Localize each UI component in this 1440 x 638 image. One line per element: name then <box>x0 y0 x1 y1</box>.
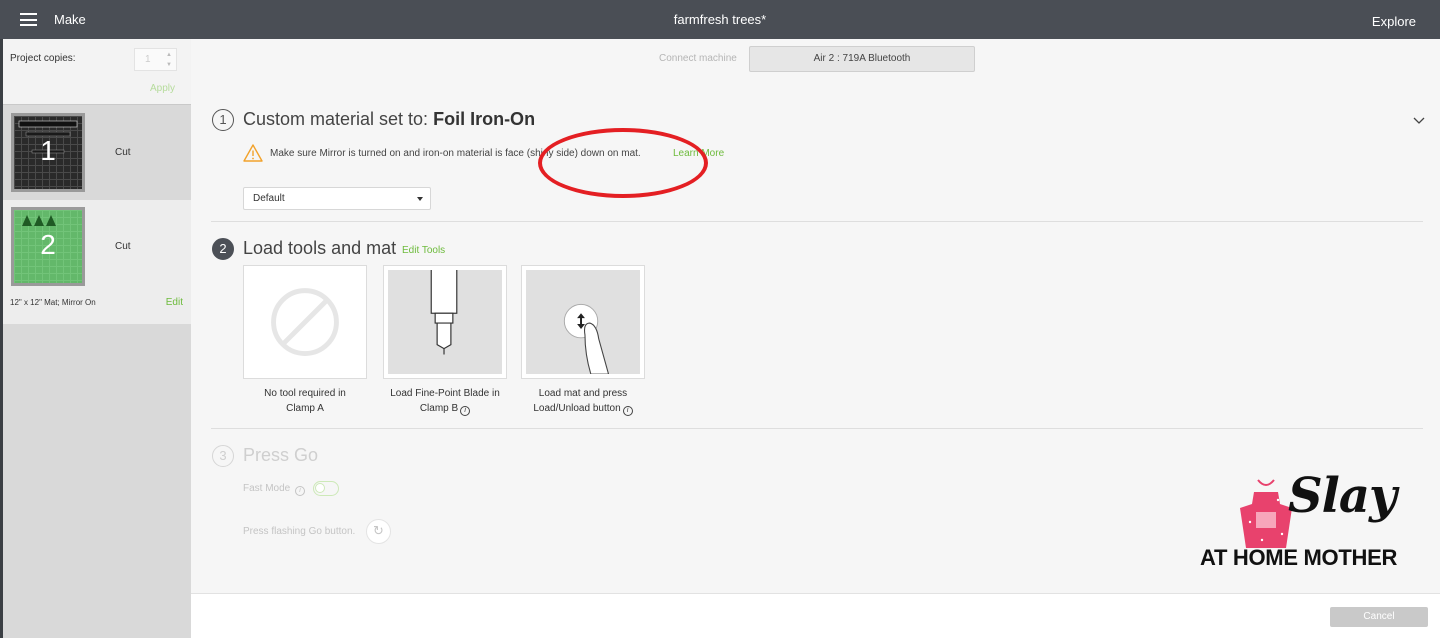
mat-sidebar: Project copies: 1 ▲ ▼ Apply 1 Cut 2 Cut … <box>0 39 191 638</box>
material-prefix: Custom material set to: <box>243 109 429 129</box>
edit-tools-link[interactable]: Edit Tools <box>402 245 445 256</box>
caption-line: Clamp A <box>286 403 324 414</box>
edit-mat-button[interactable]: Edit <box>166 297 183 308</box>
mat-action-label: Cut <box>115 241 131 252</box>
decrement-icon[interactable]: ▼ <box>164 60 174 70</box>
pressure-value: Default <box>253 193 285 204</box>
clamp-b-card <box>383 265 507 379</box>
explore-button[interactable]: Explore <box>1372 14 1416 29</box>
caret-down-icon <box>417 197 423 201</box>
apron-icon <box>1240 479 1292 548</box>
learn-more-link[interactable]: Learn More <box>673 148 724 159</box>
load-mat-caption: Load mat and press Load/Unload button i <box>521 386 645 416</box>
toggle-knob <box>315 483 325 493</box>
project-copies-panel: Project copies: 1 ▲ ▼ Apply <box>3 39 191 105</box>
window-edge <box>0 39 3 638</box>
step-3-number: 3 <box>212 445 234 467</box>
caption-line: Clamp B <box>419 403 459 414</box>
no-tool-icon <box>271 288 339 356</box>
section-divider <box>211 428 1423 429</box>
top-bar: Make farmfresh trees* Explore <box>0 0 1440 39</box>
footer-bar: Cancel <box>191 593 1440 638</box>
mat-list-item[interactable]: 2 Cut 12" x 12" Mat; Mirror On Edit <box>3 200 191 324</box>
caption-line: Load mat and press <box>538 388 628 399</box>
caption-line: Load Fine-Point Blade in <box>390 388 500 399</box>
fine-point-blade-icon <box>388 270 502 375</box>
pressure-select[interactable]: Default <box>243 187 431 210</box>
chevron-down-icon[interactable] <box>1412 113 1426 127</box>
go-instruction: Press flashing Go button. <box>243 526 356 537</box>
mat-number: 2 <box>40 229 56 260</box>
step-3-title: Press Go <box>243 445 319 465</box>
connect-machine-label: Connect machine <box>659 53 737 64</box>
mat-thumbnail[interactable]: 1 <box>11 113 85 192</box>
project-copies-stepper[interactable]: 1 ▲ ▼ <box>134 48 177 71</box>
mat-number: 1 <box>40 135 56 166</box>
fast-mode-toggle[interactable] <box>313 481 339 496</box>
info-icon[interactable]: i <box>622 406 633 416</box>
go-button-icon: ↻ <box>366 519 391 544</box>
page-title: Make <box>54 12 86 27</box>
step-1-number: 1 <box>212 109 234 131</box>
project-copies-value: 1 <box>145 54 151 65</box>
mirror-warning-text: Make sure Mirror is turned on and iron-o… <box>270 148 641 159</box>
mat-description: 12" x 12" Mat; Mirror On <box>10 298 96 307</box>
fast-mode-label: Fast Mode i <box>243 483 306 496</box>
mat-thumbnail[interactable]: 2 <box>11 207 85 286</box>
project-copies-label: Project copies: <box>10 53 76 64</box>
caption-line: Load/Unload button <box>533 403 621 414</box>
apply-button[interactable]: Apply <box>150 83 175 94</box>
mat-action-label: Cut <box>115 147 131 158</box>
watermark-slay: Slay <box>1288 468 1397 524</box>
load-mat-card <box>521 265 645 379</box>
clamp-a-card <box>243 265 367 379</box>
clamp-a-caption: No tool required in Clamp A <box>243 386 367 416</box>
step-2-title: Load tools and mat <box>243 238 397 258</box>
watermark-tagline: AT HOME MOTHER <box>1200 545 1398 570</box>
cancel-button[interactable]: Cancel <box>1330 607 1428 627</box>
document-title: farmfresh trees* <box>673 12 767 27</box>
mat-list-item[interactable]: 1 Cut <box>3 106 191 202</box>
warning-icon <box>243 144 263 162</box>
watermark-logo: Slay AT HOME MOTHER <box>1196 468 1432 580</box>
caption-line: No tool required in <box>264 388 346 399</box>
step-1-title: Custom material set to: Foil Iron-On <box>243 109 535 130</box>
load-unload-button-icon <box>526 270 640 375</box>
fast-mode-text: Fast Mode <box>243 483 291 494</box>
trees-preview-icon <box>22 215 56 226</box>
material-name: Foil Iron-On <box>433 109 536 129</box>
section-divider <box>211 221 1423 222</box>
increment-icon[interactable]: ▲ <box>164 50 174 60</box>
info-icon[interactable]: i <box>460 406 471 416</box>
step-2-number: 2 <box>212 238 234 260</box>
clamp-b-caption: Load Fine-Point Blade in Clamp Bi <box>383 386 507 416</box>
menu-icon[interactable] <box>20 13 37 26</box>
machine-select-button[interactable]: Air 2 : 719A Bluetooth <box>749 46 975 72</box>
info-icon[interactable]: i <box>295 486 306 496</box>
